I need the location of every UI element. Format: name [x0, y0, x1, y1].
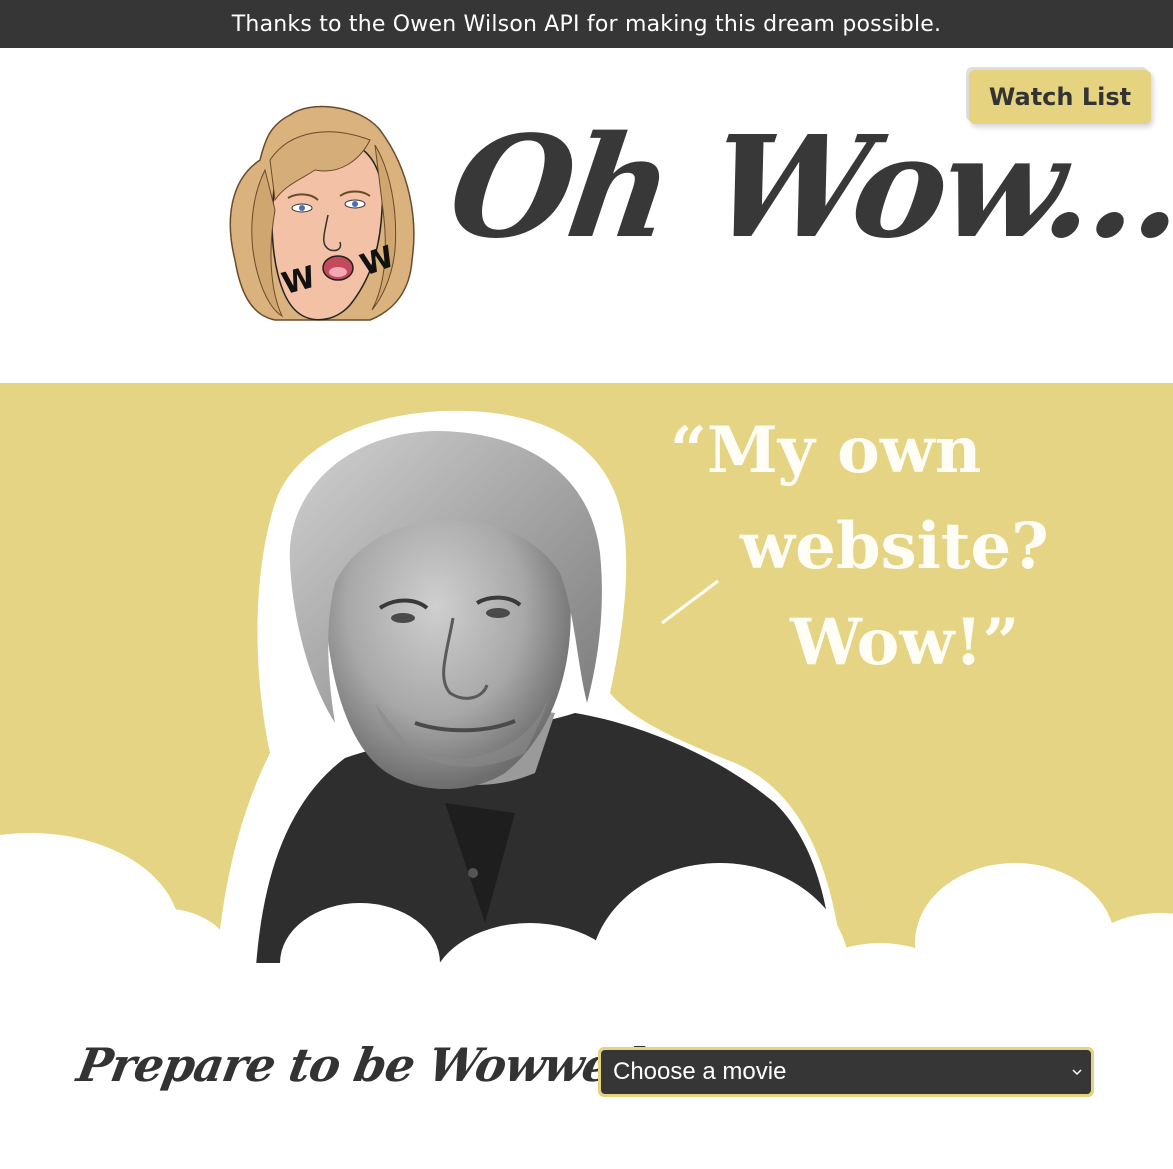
quote-line-3: Wow!” — [790, 605, 1020, 680]
owen-wilson-logo: W W — [229, 105, 415, 321]
site-title: Oh Wow... — [440, 106, 1173, 270]
hero-quote: “My own website? Wow!” — [670, 403, 1070, 691]
quote-line-1: “My own — [670, 413, 982, 488]
hero-section: “My own website? Wow!” — [0, 383, 1173, 983]
movie-select-frame: Choose a movie — [598, 1047, 1094, 1097]
credits-text: Thanks to the Owen Wilson API for making… — [231, 11, 942, 37]
quote-line-2: website? — [740, 509, 1049, 584]
chevron-down-icon — [1072, 1069, 1082, 1076]
page: Thanks to the Owen Wilson API for making… — [0, 0, 1173, 1169]
movie-select-value: Choose a movie — [613, 1058, 787, 1085]
credits-banner: Thanks to the Owen Wilson API for making… — [0, 0, 1173, 48]
cloud-decoration — [0, 833, 1173, 983]
movie-select[interactable]: Choose a movie — [601, 1050, 1091, 1094]
